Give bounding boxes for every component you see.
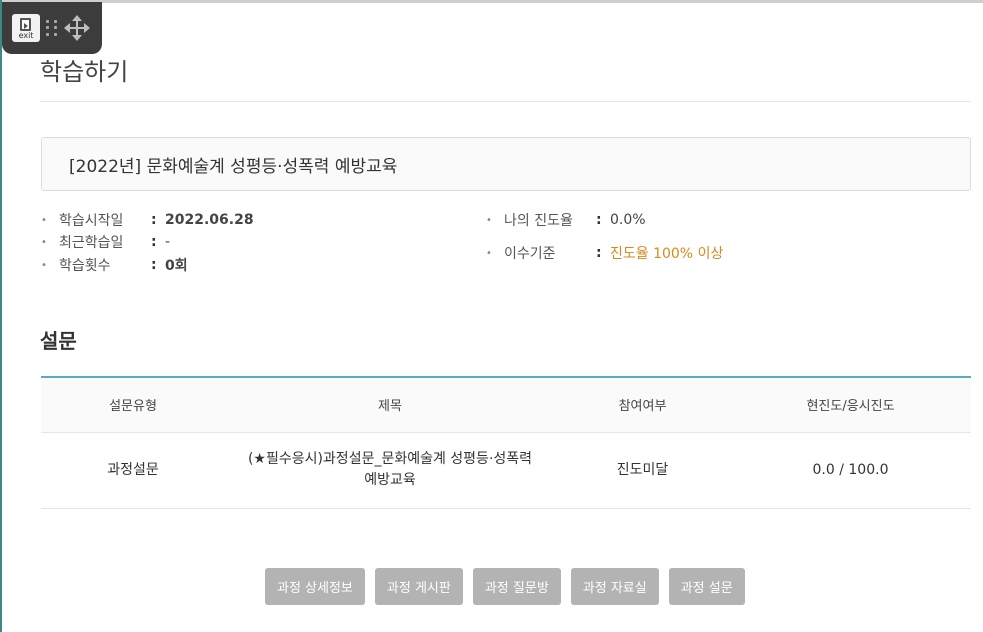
course-button-row: 과정 상세정보 과정 게시판 과정 질문방 과정 자료실 과정 설문	[265, 568, 745, 605]
info-value: 진도율 100% 이상	[610, 246, 724, 262]
survey-title-cell[interactable]: (★필수응시)과정설문_문화예술계 성평등·성폭력 예방교육	[225, 432, 555, 508]
table-row: 과정설문 (★필수응시)과정설문_문화예술계 성평등·성폭력 예방교육 진도미달…	[41, 432, 971, 508]
column-header: 제목	[378, 399, 402, 415]
survey-type-cell: 과정설문	[107, 461, 159, 478]
window-left-border	[0, 0, 2, 632]
column-header: 참여여부	[618, 399, 667, 415]
info-value: 0회	[165, 258, 188, 274]
course-survey-button[interactable]: 과정 설문	[668, 568, 745, 605]
info-value: -	[165, 234, 171, 250]
colon: :	[596, 245, 602, 261]
survey-section-title: 설문	[40, 329, 77, 353]
bullet-icon: •	[486, 214, 492, 226]
exit-button[interactable]: exit	[12, 14, 40, 42]
exit-icon	[20, 18, 31, 31]
info-label: 나의 진도율	[504, 213, 573, 229]
info-label: 이수기준	[504, 246, 556, 262]
colon: :	[151, 257, 157, 273]
info-label: 학습횟수	[59, 258, 111, 274]
survey-title-line: (★필수응시)과정설문_문화예술계 성평등·성폭력	[247, 451, 533, 467]
info-last-date: • 최근학습일 : -	[41, 231, 170, 253]
course-detail-button[interactable]: 과정 상세정보	[265, 568, 365, 605]
course-resources-button[interactable]: 과정 자료실	[570, 568, 659, 605]
survey-status-cell: 진도미달	[616, 461, 669, 478]
drag-grip-icon[interactable]	[46, 20, 58, 36]
info-progress: • 나의 진도율 : 0.0%	[486, 209, 646, 231]
column-header: 설문유형	[109, 399, 157, 415]
survey-title-line: 예방교육	[364, 472, 416, 488]
column-header: 현진도/응시진도	[806, 399, 895, 415]
info-label: 최근학습일	[59, 235, 124, 251]
colon: :	[596, 212, 602, 228]
info-start-date: • 학습시작일 : 2022.06.28	[41, 209, 254, 231]
course-title: [2022년] 문화예술계 성평등·성폭력 예방교육	[69, 156, 398, 177]
info-label: 학습시작일	[59, 213, 124, 229]
survey-table: 설문유형 제목 참여여부 현진도/응시진도 과정설문 (★필수응시)과정설문_문…	[41, 376, 971, 509]
info-completion-criteria: • 이수기준 : 진도율 100% 이상	[486, 242, 723, 264]
course-title-box: [2022년] 문화예술계 성평등·성폭력 예방교육	[41, 137, 971, 191]
info-value: 2022.06.28	[165, 212, 254, 228]
bullet-icon: •	[486, 247, 492, 259]
survey-progress-cell: 0.0 / 100.0	[812, 461, 889, 478]
colon: :	[151, 212, 157, 228]
info-value: 0.0%	[610, 212, 646, 228]
bullet-icon: •	[41, 214, 47, 226]
title-divider	[40, 101, 971, 102]
floating-toolbar: exit	[2, 2, 102, 54]
info-count: • 학습횟수 : 0회	[41, 254, 188, 276]
bullet-icon: •	[41, 259, 47, 271]
table-header-row: 설문유형 제목 참여여부 현진도/응시진도	[41, 377, 971, 432]
page-title: 학습하기	[40, 58, 129, 86]
colon: :	[151, 234, 157, 250]
course-board-button[interactable]: 과정 게시판	[374, 568, 463, 605]
move-icon[interactable]	[64, 15, 90, 41]
bullet-icon: •	[41, 236, 47, 248]
window-top-border	[0, 0, 983, 3]
exit-label: exit	[18, 31, 34, 40]
course-qna-button[interactable]: 과정 질문방	[472, 568, 561, 605]
